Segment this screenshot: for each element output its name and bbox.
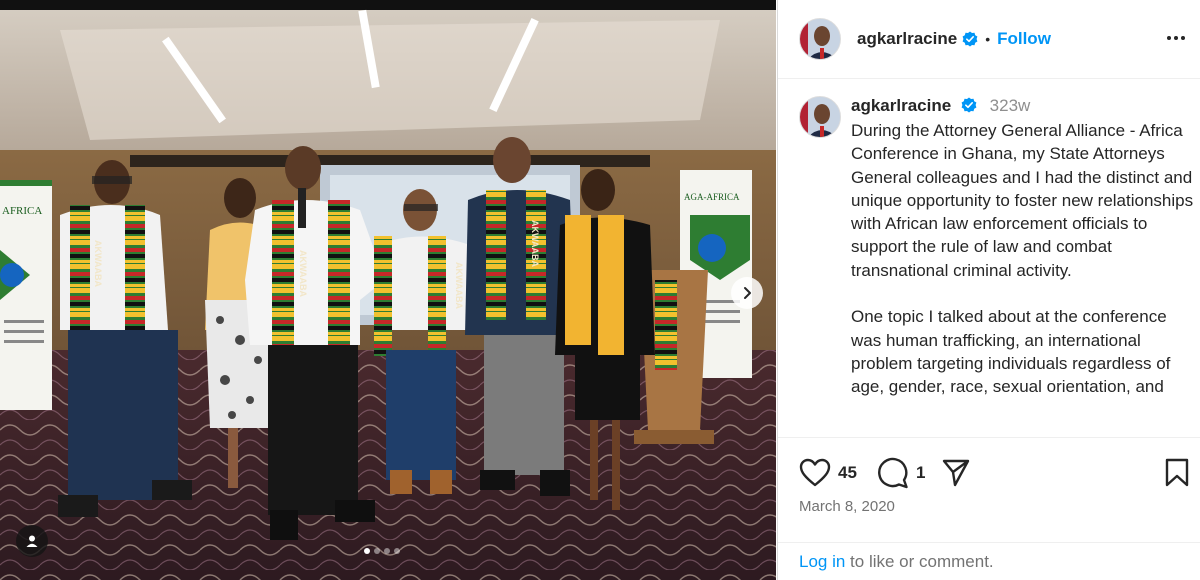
- carousel-dot: [364, 548, 370, 554]
- verified-badge-icon: [961, 97, 977, 113]
- carousel-dot: [374, 548, 380, 554]
- post-header: agkarlracine • Follow: [778, 0, 1200, 79]
- heart-icon[interactable]: [799, 458, 831, 488]
- carousel-dot: [394, 548, 400, 554]
- login-prompt: Log in to like or comment.: [778, 542, 1200, 580]
- left-banner: AFRICA: [0, 180, 52, 410]
- post-time-ago[interactable]: 323w: [990, 96, 1031, 115]
- post-details-panel: agkarlracine • Follow agkarlracine 323w …: [777, 0, 1200, 580]
- scarf-text: AKWAABA: [454, 262, 464, 309]
- comments-count[interactable]: 1: [916, 463, 925, 483]
- verified-badge-icon: [962, 31, 978, 47]
- user-tags-button[interactable]: [16, 525, 48, 557]
- separator-dot: •: [985, 31, 991, 47]
- carousel-indicator: [364, 548, 400, 554]
- photo-scene: AFRICA AGA-AFRICA AKWAABA AKWAABAAKWAABA…: [0, 0, 776, 580]
- more-options-icon[interactable]: [1163, 28, 1189, 48]
- carousel-next-button[interactable]: [731, 277, 763, 309]
- avatar-image: [800, 97, 840, 137]
- avatar[interactable]: [799, 18, 841, 60]
- caption-avatar[interactable]: [799, 96, 841, 138]
- header-username[interactable]: agkarlracine: [857, 29, 957, 49]
- caption-header: agkarlracine 323w: [851, 96, 1030, 116]
- caption-username[interactable]: agkarlracine: [851, 96, 951, 115]
- user-tag-icon: [26, 535, 38, 547]
- caption-text: During the Attorney General Alliance - A…: [851, 121, 1194, 397]
- likes-count[interactable]: 45: [838, 463, 857, 483]
- caption-section: agkarlracine 323w During the Attorney Ge…: [778, 80, 1200, 437]
- login-link[interactable]: Log in: [799, 552, 845, 571]
- scarf-text: AKWAABA: [298, 250, 308, 297]
- scarf-text: AKWAABA: [530, 220, 540, 267]
- login-suffix: to like or comment.: [845, 552, 994, 571]
- left-banner-text: AFRICA: [2, 205, 42, 217]
- share-icon[interactable]: [941, 458, 971, 488]
- carousel-dot: [384, 548, 390, 554]
- post-photo[interactable]: AFRICA AGA-AFRICA AKWAABA AKWAABA AKWAAB…: [0, 0, 776, 580]
- avatar-image: [800, 19, 840, 59]
- scarf-text: AKWAABA: [93, 240, 103, 287]
- post-date[interactable]: March 8, 2020: [799, 498, 895, 515]
- bookmark-icon[interactable]: [1165, 458, 1189, 488]
- post-actions: 45 1 March 8, 2020 Log in to like or com…: [778, 437, 1200, 580]
- right-banner-text: AGA-AFRICA: [684, 192, 740, 202]
- comment-icon[interactable]: [877, 457, 909, 489]
- chevron-right-icon: [744, 287, 751, 299]
- follow-button[interactable]: Follow: [997, 29, 1051, 49]
